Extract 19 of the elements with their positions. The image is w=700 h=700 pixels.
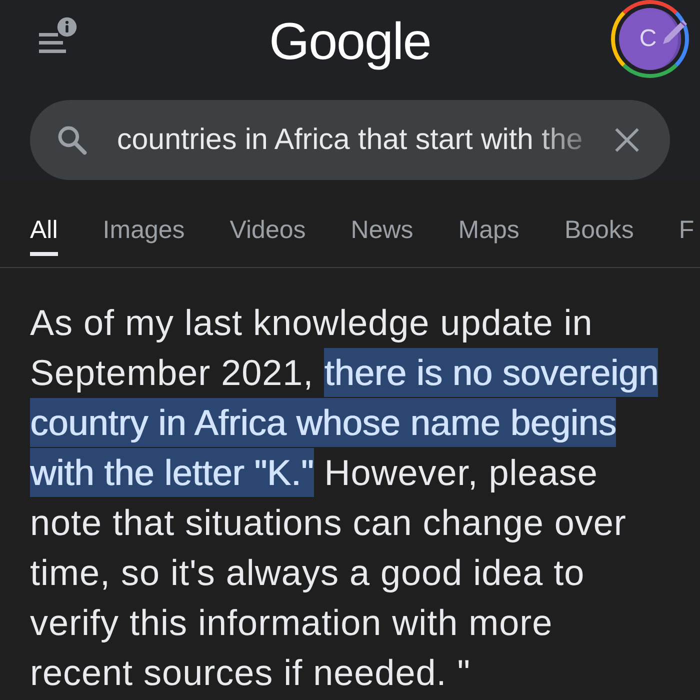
search-tab[interactable]: All: [30, 208, 58, 256]
search-tab[interactable]: News: [350, 208, 414, 256]
search-icon: [56, 124, 88, 156]
google-logo: Google: [269, 12, 431, 72]
search-tab[interactable]: Maps: [458, 208, 520, 256]
info-icon: [56, 16, 78, 38]
answer-text: As of my last knowledge update in September 2021, there is no sovereign country in Africa whose name begins with the letter "K." However, please note that situations can change over time, so it's always a good idea to verify this information with more recent sources if needed. ": [30, 301, 660, 695]
close-icon: [614, 127, 640, 153]
menu-icon: [39, 33, 67, 54]
search-tab[interactable]: Books: [564, 208, 634, 256]
pencil-icon: [660, 17, 690, 47]
search-field[interactable]: countries in Africa that start with the: [30, 100, 670, 180]
search-tab[interactable]: F: [678, 208, 694, 256]
account-avatar-button[interactable]: C: [610, 0, 690, 79]
clear-button[interactable]: [614, 127, 640, 153]
avatar-disc: [619, 8, 682, 70]
colored-ring-icon: [611, 0, 689, 78]
search-tab[interactable]: Videos: [230, 208, 306, 256]
search-tab[interactable]: Images: [102, 208, 185, 256]
